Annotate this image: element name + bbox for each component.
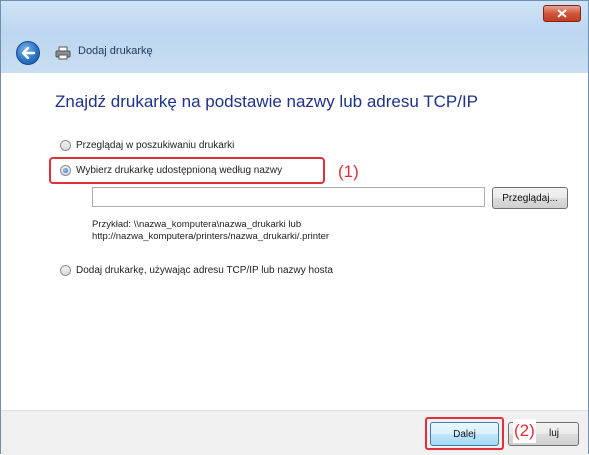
- option-tcpip-label: Dodaj drukarkę, używając adresu TCP/IP l…: [76, 265, 333, 276]
- window-title: Dodaj drukarkę: [78, 45, 153, 57]
- radio-tcpip-hostname[interactable]: [60, 265, 71, 276]
- printer-name-input[interactable]: [92, 187, 485, 207]
- option-browse-printer[interactable]: Przeglądaj w poszukiwaniu drukarki: [60, 140, 234, 151]
- back-button[interactable]: [16, 41, 40, 65]
- add-printer-window: Dodaj drukarkę Znajdź drukarkę na podsta…: [0, 0, 589, 455]
- page-heading: Znajdź drukarkę na podstawie nazwy lub a…: [55, 92, 479, 111]
- back-arrow-icon: [21, 47, 35, 59]
- radio-browse-printer[interactable]: [60, 140, 71, 151]
- example-text: Przykład: \\nazwa_komputera\nazwa_drukar…: [92, 219, 329, 243]
- example-line-2: http://nazwa_komputera/printers/nazwa_dr…: [92, 231, 330, 242]
- highlight-box-1: [49, 157, 325, 184]
- callout-label-2: (2): [513, 419, 536, 443]
- cancel-button-label: luj: [549, 428, 560, 439]
- close-button[interactable]: [543, 5, 581, 22]
- title-bar: Dodaj drukarkę: [1, 1, 588, 73]
- option-browse-printer-label: Przeglądaj w poszukiwaniu drukarki: [76, 140, 235, 151]
- printer-icon: [55, 46, 71, 60]
- close-icon: [557, 9, 567, 18]
- option-tcpip-hostname[interactable]: Dodaj drukarkę, używając adresu TCP/IP l…: [60, 265, 333, 276]
- next-button[interactable]: Dalej: [430, 422, 499, 446]
- browse-button[interactable]: Przeglądaj...: [492, 187, 568, 209]
- callout-label-1: (1): [338, 162, 359, 181]
- example-line-1: Przykład: \\nazwa_komputera\nazwa_drukar…: [92, 219, 302, 230]
